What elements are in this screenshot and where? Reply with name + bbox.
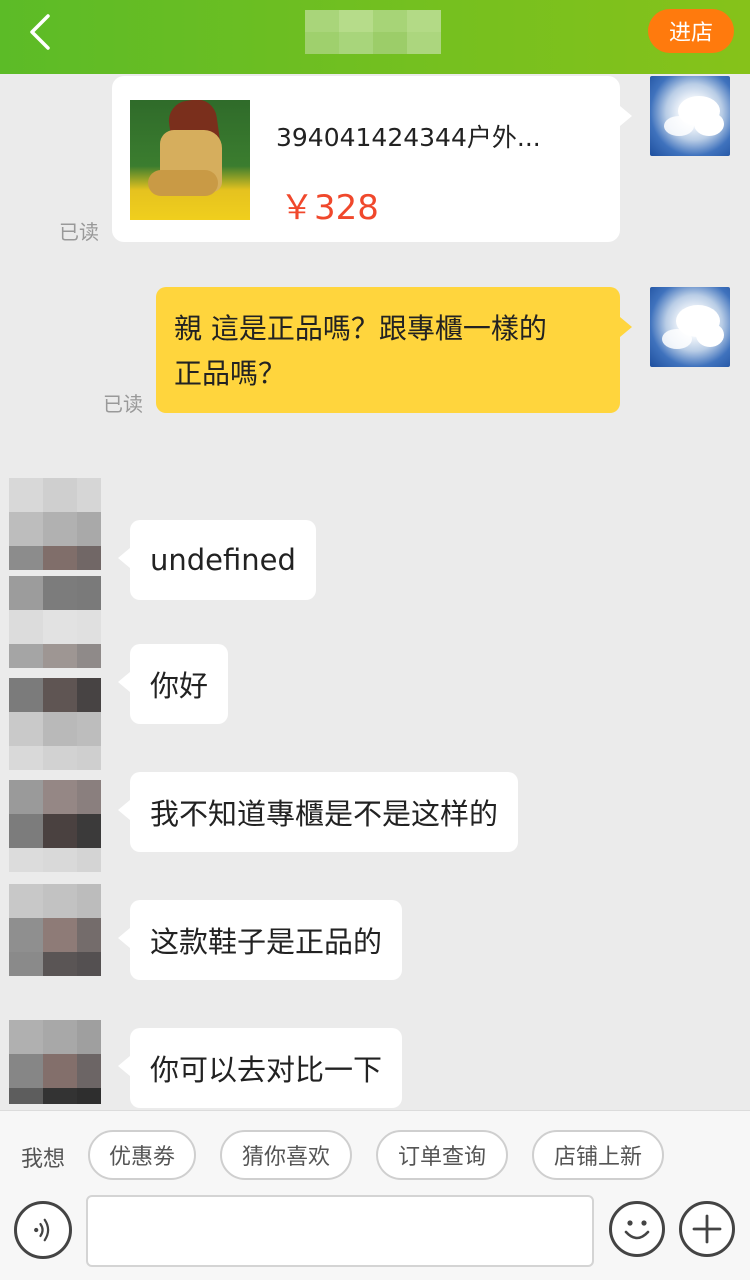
blurred-shop-title bbox=[305, 10, 443, 54]
seller-avatar[interactable] bbox=[9, 1020, 101, 1110]
chip-label: 订单查询 bbox=[397, 1145, 486, 1170]
message-text: undefined bbox=[150, 543, 296, 577]
product-image bbox=[130, 100, 250, 220]
seller-avatar[interactable] bbox=[9, 678, 101, 770]
seller-avatar[interactable] bbox=[9, 576, 101, 668]
message-text: 这款鞋子是正品的 bbox=[150, 925, 383, 959]
chip-label: 优惠劵 bbox=[108, 1145, 175, 1170]
plus-button[interactable] bbox=[679, 1201, 735, 1257]
quick-chip-coupon[interactable]: 优惠劵 bbox=[88, 1130, 196, 1180]
product-title: 394041424344户外... bbox=[276, 123, 541, 152]
chevron-left-icon bbox=[30, 14, 50, 50]
message-text: 你好 bbox=[150, 669, 209, 703]
message-text: 我不知道專櫃是不是这样的 bbox=[150, 797, 499, 831]
seller-message-bubble[interactable]: 你好 bbox=[117, 644, 229, 724]
bottom-input-bar: 我想 优惠劵 猜你喜欢 订单查询 店铺上新 bbox=[0, 1110, 750, 1280]
seller-message-bubble[interactable]: 这款鞋子是正品的 bbox=[117, 900, 403, 980]
back-button[interactable] bbox=[24, 12, 64, 52]
seller-message-bubble[interactable]: undefined bbox=[118, 520, 316, 600]
message-text: 你可以去对比一下 bbox=[150, 1053, 383, 1087]
seller-message-bubble[interactable]: 我不知道專櫃是不是这样的 bbox=[117, 772, 519, 852]
want-label: 我想 bbox=[21, 1147, 66, 1172]
product-card[interactable]: 394041424344户外... ￥328 bbox=[112, 76, 632, 242]
my-avatar[interactable] bbox=[650, 287, 730, 367]
enter-store-button[interactable]: 进店 bbox=[648, 9, 734, 53]
product-price: ￥328 bbox=[280, 188, 379, 228]
voice-icon bbox=[34, 1218, 50, 1242]
seller-avatar[interactable] bbox=[9, 780, 101, 872]
chip-label: 店铺上新 bbox=[553, 1145, 642, 1170]
chip-label: 猜你喜欢 bbox=[241, 1145, 330, 1170]
user-message-bubble[interactable]: 親 這是正品嗎？跟專櫃一樣的 正品嗎？ bbox=[156, 287, 632, 413]
voice-button[interactable] bbox=[14, 1201, 72, 1259]
message-text-line: 正品嗎？ bbox=[174, 357, 287, 390]
plus-icon bbox=[692, 1214, 722, 1244]
emoji-button[interactable] bbox=[609, 1201, 665, 1257]
my-avatar[interactable] bbox=[650, 76, 730, 156]
seller-message-bubble[interactable]: 你可以去对比一下 bbox=[117, 1028, 403, 1108]
chat-area[interactable]: 已读 394041424344户外... ￥328 已读 親 這是正品嗎？跟專櫃… bbox=[0, 74, 750, 1110]
quick-chip-new-arrivals[interactable]: 店铺上新 bbox=[532, 1130, 664, 1180]
read-status: 已读 bbox=[59, 220, 99, 244]
emoji-icon bbox=[624, 1220, 650, 1240]
read-status: 已读 bbox=[103, 392, 143, 416]
quick-chip-order-query[interactable]: 订单查询 bbox=[376, 1130, 508, 1180]
message-text-line: 親 這是正品嗎？跟專櫃一樣的 bbox=[174, 312, 547, 345]
seller-avatar[interactable] bbox=[9, 884, 101, 976]
quick-chip-guess-you-like[interactable]: 猜你喜欢 bbox=[220, 1130, 352, 1180]
seller-avatar[interactable] bbox=[9, 478, 101, 570]
message-input[interactable] bbox=[86, 1195, 594, 1267]
top-nav-bar: 进店 bbox=[0, 0, 750, 74]
